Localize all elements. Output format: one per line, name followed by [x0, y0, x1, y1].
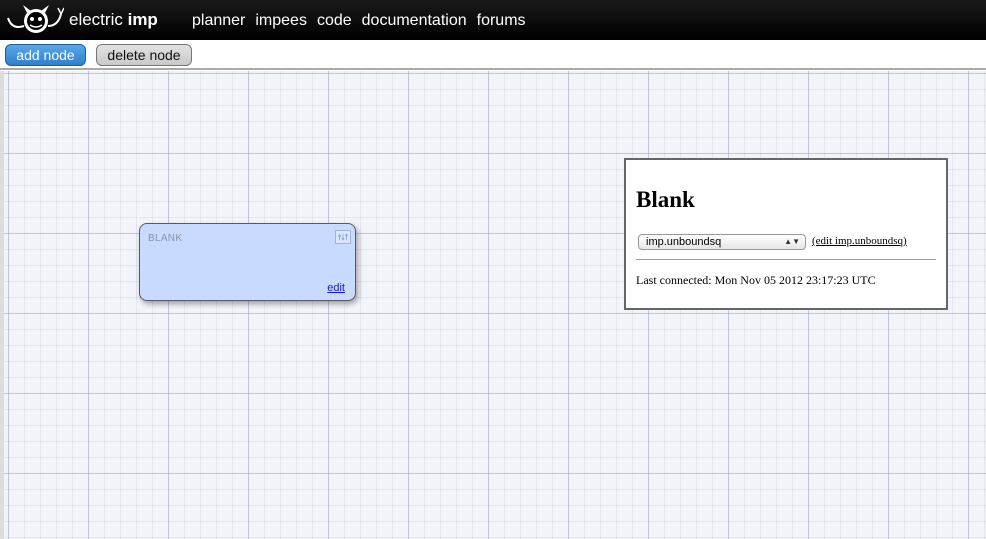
nav-link-documentation[interactable]: documentation [362, 11, 467, 31]
last-connected-status: Last connected: Mon Nov 05 2012 23:17:23… [636, 273, 876, 287]
firmware-select-value: imp.unboundsq [646, 236, 722, 248]
nav-link-forums[interactable]: forums [477, 11, 526, 31]
panel-divider [636, 259, 936, 260]
nav-link-impees[interactable]: impees [255, 11, 307, 31]
nav-link-planner[interactable]: planner [192, 11, 245, 31]
node-edit-link[interactable]: edit [327, 282, 345, 294]
add-node-button[interactable]: add node [5, 44, 86, 66]
edit-firmware-link[interactable]: (edit imp.unboundsq) [812, 235, 907, 247]
select-arrows-icon: ▲▼ [784, 237, 800, 246]
brand-name-bold: imp [127, 10, 158, 29]
electric-imp-logo-icon[interactable] [6, 4, 64, 36]
brand-name-light: electric [69, 10, 123, 29]
firmware-select[interactable]: imp.unboundsq ▲▼ [638, 234, 806, 250]
top-navbar: electric imp planner impees code documen… [0, 0, 986, 40]
planner-toolbar: add node delete node [0, 40, 986, 70]
nav-link-code[interactable]: code [317, 11, 352, 31]
delete-node-button[interactable]: delete node [96, 44, 192, 66]
node-title: BLANK [148, 233, 183, 244]
nav-links: planner impees code documentation forums [192, 11, 526, 31]
panel-title: Blank [636, 187, 695, 212]
settings-sliders-icon[interactable] [335, 230, 351, 244]
planner-node-blank[interactable]: BLANK edit [139, 223, 356, 301]
brand-name[interactable]: electric imp [69, 10, 158, 30]
node-details-panel: Blank imp.unboundsq ▲▼ (edit imp.unbound… [624, 158, 948, 310]
